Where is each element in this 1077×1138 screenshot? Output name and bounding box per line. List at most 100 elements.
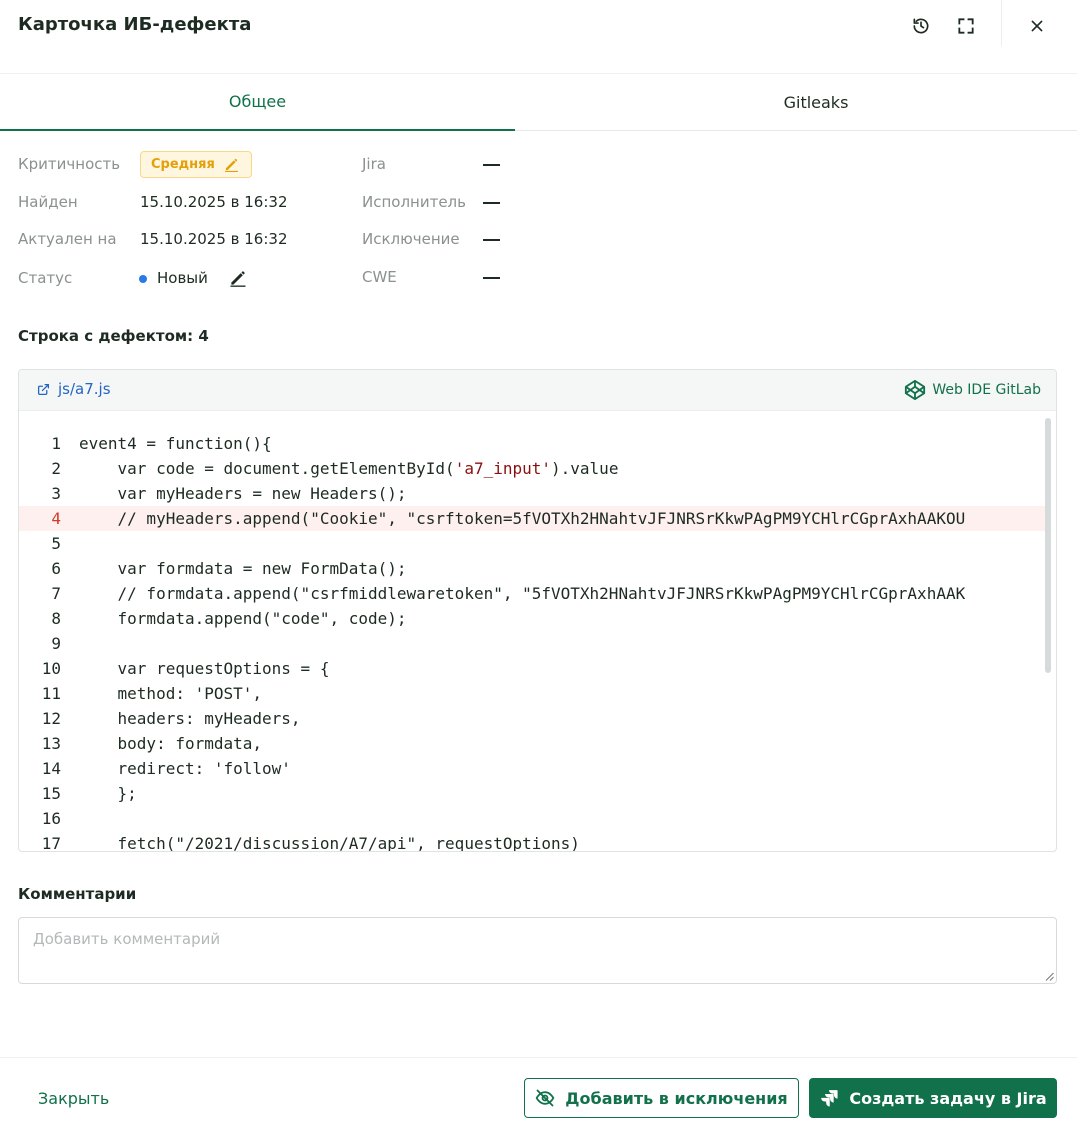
criticality-badge[interactable]: Средняя [140,151,252,178]
line-number: 9 [51,634,61,653]
exception-value-empty [483,239,500,241]
pencil-icon [224,158,238,173]
line-number: 4 [51,509,61,528]
line-number: 15 [41,784,61,803]
line-number: 5 [51,534,61,553]
comment-input[interactable] [18,917,1057,984]
create-jira-task-label: Создать задачу в Jira [849,1088,1047,1108]
web-ide-gitlab-link[interactable]: Web IDE GitLab [904,379,1041,401]
footer-separator [0,1057,1077,1058]
code-line: 11 method: 'POST', [19,681,1049,706]
tabs-bar: Общее Gitleaks [0,74,1077,131]
line-number: 6 [51,559,61,578]
comments-title: Комментарии [18,885,137,903]
modal-header: Карточка ИБ-дефекта [0,0,1077,52]
assignee-value-empty [483,202,500,204]
file-link[interactable]: js/a7.js [37,380,111,398]
code-string: 'a7_input' [454,459,552,478]
code-text: }; [79,784,137,803]
jira-label: Jira [362,155,386,173]
line-number: 17 [41,834,61,852]
web-ide-label: Web IDE GitLab [932,382,1041,398]
criticality-label: Критичность [18,155,121,173]
edit-status-button[interactable] [228,268,248,288]
defect-line-title: Строка с дефектом: 4 [18,327,209,345]
eye-off-icon [536,1089,555,1107]
line-number: 14 [41,759,61,778]
file-name: js/a7.js [58,380,111,398]
line-number: 1 [51,434,61,453]
header-divider [1001,0,1002,46]
code-line: 1 event4 = function(){ [19,431,1049,456]
code-line: 8 formdata.append("code", code); [19,606,1049,631]
line-number: 7 [51,584,61,603]
criticality-value: Средняя [151,157,215,172]
code-panel-header: js/a7.js Web IDE GitLab [19,370,1056,411]
close-button[interactable]: Закрыть [38,1089,109,1108]
status-label: Статус [18,269,73,287]
code-line: 4 // myHeaders.append("Cookie", "csrftok… [19,506,1049,531]
actual-label: Актуален на [18,230,117,248]
history-icon [913,18,929,34]
code-panel: js/a7.js Web IDE GitLab 1 event4 = functi… [18,369,1057,852]
resize-grip-icon[interactable] [1044,971,1054,981]
codepen-cube-icon [905,379,926,401]
line-number: 8 [51,609,61,628]
line-number: 11 [41,684,61,703]
code-line: 3 var myHeaders = new Headers(); [19,481,1049,506]
line-number: 10 [41,659,61,678]
line-number: 13 [41,734,61,753]
fullscreen-button[interactable] [952,12,980,40]
fullscreen-icon [958,18,974,34]
code-body[interactable]: 1 event4 = function(){ 2 var code = docume… [19,411,1049,852]
code-scrollbar[interactable] [1045,418,1051,673]
code-text: headers: myHeaders, [79,709,301,728]
history-button[interactable] [907,12,935,40]
code-fragment: ).value [551,459,619,478]
line-number: 12 [41,709,61,728]
close-icon [1031,20,1043,32]
code-line: 6 var formdata = new FormData(); [19,556,1049,581]
code-text: body: formdata, [79,734,263,753]
code-line: 9 [19,631,1049,656]
status-value: Новый [157,269,208,287]
tab-gitleaks[interactable]: Gitleaks [555,74,1077,131]
tab-general[interactable]: Общее [0,74,515,131]
add-exception-button[interactable]: Добавить в исключения [524,1078,799,1118]
cwe-label: CWE [362,268,397,286]
code-text: method: 'POST', [79,684,263,703]
code-text: fetch("/2021/discussion/A7/api", request… [79,834,580,852]
code-line: 14 redirect: 'follow' [19,756,1049,781]
code-line: 15 }; [19,781,1049,806]
code-text: var formdata = new FormData(); [79,559,407,578]
code-line: 17 fetch("/2021/discussion/A7/api", requ… [19,831,1049,852]
code-line: 7 // formdata.append("csrfmiddlewaretoke… [19,581,1049,606]
code-text: formdata.append("code", code); [79,609,407,628]
code-text: var requestOptions = { [79,659,330,678]
line-number: 2 [51,459,61,478]
code-text: // formdata.append("csrfmiddlewaretoken"… [79,584,966,603]
actual-value: 15.10.2025 в 16:32 [140,230,288,248]
code-text: event4 = function(){ [79,434,272,453]
pencil-icon [230,271,246,287]
code-line: 5 [19,531,1049,556]
code-text: // myHeaders.append("Cookie", "csrftoken… [79,509,966,528]
code-line: 10 var requestOptions = { [19,656,1049,681]
create-jira-task-button[interactable]: Создать задачу в Jira [809,1078,1057,1118]
code-text: var code = document.getElementById('a7_i… [79,456,619,481]
jira-value-empty [483,164,500,166]
add-exception-label: Добавить в исключения [565,1088,788,1108]
assignee-label: Исполнитель [362,193,466,211]
found-label: Найден [18,193,78,211]
close-modal-button[interactable] [1023,12,1051,40]
jira-icon [821,1090,838,1107]
line-number: 3 [51,484,61,503]
line-number: 16 [41,809,61,828]
code-text: var myHeaders = new Headers(); [79,484,407,503]
code-line: 13 body: formdata, [19,731,1049,756]
cwe-value-empty [483,277,500,279]
found-value: 15.10.2025 в 16:32 [140,193,288,211]
external-link-icon [37,383,50,395]
modal-title: Карточка ИБ-дефекта [18,14,252,35]
status-indicator [139,275,147,283]
